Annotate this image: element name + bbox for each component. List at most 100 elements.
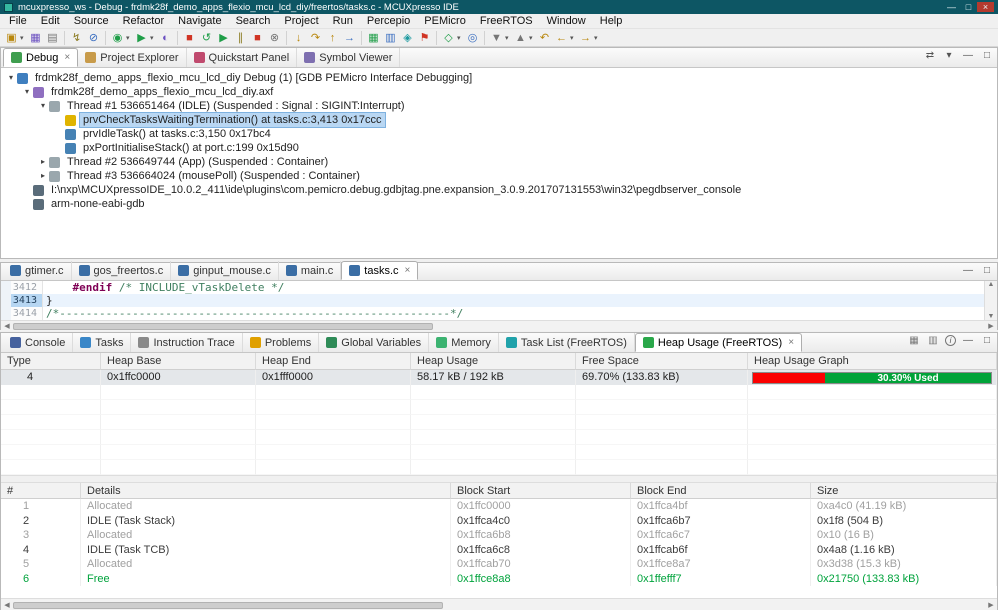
block-table-row[interactable]: 6 Free 0x1ffce8a8 0x1ffefff7 0x21750 (13… [1, 571, 997, 586]
tab-instruction-trace[interactable]: Instruction Trace [131, 333, 243, 352]
column-header-heap-end[interactable]: Heap End [256, 353, 411, 370]
info-icon[interactable]: i [945, 335, 956, 346]
block-table-row[interactable]: 4 IDLE (Task TCB) 0x1ffca6c8 0x1ffcab6f … [1, 542, 997, 557]
forward-icon[interactable]: → [577, 30, 594, 46]
memory-icon[interactable]: ▦ [365, 30, 382, 46]
expander-icon[interactable]: ▾ [37, 99, 49, 113]
menu-freertos[interactable]: FreeRTOS [473, 14, 540, 29]
new-wizard-icon[interactable]: ▣ [3, 30, 20, 46]
tree-item-stack-frame-3[interactable]: pxPortInitialiseStack() at port.c:199 0x… [1, 141, 997, 155]
link-with-editor-icon[interactable]: ⇄ [923, 50, 937, 61]
expander-icon[interactable]: ▸ [37, 169, 49, 183]
expander-icon[interactable]: ▾ [21, 85, 33, 99]
column-header-heap-usage-graph[interactable]: Heap Usage Graph [748, 353, 997, 370]
tree-item-gdbserver-console[interactable]: I:\nxp\MCUXpressoIDE_10.0.2_411\ide\plug… [1, 183, 997, 197]
run-dropdown-icon[interactable]: ▾ [150, 34, 157, 42]
next-annotation-icon[interactable]: ▼ [488, 30, 505, 46]
peripherals-icon[interactable]: ◈ [399, 30, 416, 46]
block-table-row[interactable]: 2 IDLE (Task Stack) 0x1ffca4c0 0x1ffca6b… [1, 513, 997, 528]
scroll-left-icon[interactable]: ◀ [1, 322, 13, 330]
next-annotation-dropdown-icon[interactable]: ▾ [505, 34, 512, 42]
editor-horizontal-scrollbar[interactable]: ◀ ▶ [1, 320, 997, 331]
column-header-heap-base[interactable]: Heap Base [101, 353, 256, 370]
menu-help[interactable]: Help [593, 14, 630, 29]
menu-file[interactable]: File [2, 14, 34, 29]
print-icon[interactable]: ▤ [44, 30, 61, 46]
resume-icon[interactable]: ▶ [215, 30, 232, 46]
tab-task-list-freertos[interactable]: Task List (FreeRTOS) [499, 333, 635, 352]
profile-icon[interactable]: ◐ [157, 30, 174, 46]
layout-vertical-icon[interactable]: ▥ [926, 335, 940, 346]
suspend-icon[interactable]: ∥ [232, 30, 249, 46]
column-header-block-end[interactable]: Block End [631, 483, 811, 499]
scrollbar-thumb[interactable] [13, 322, 433, 330]
instruction-stepping-icon[interactable]: → [341, 30, 358, 46]
column-header-number[interactable]: # [1, 483, 81, 499]
scroll-right-icon[interactable]: ▶ [985, 322, 997, 330]
menu-pemicro[interactable]: PEMicro [417, 14, 473, 29]
step-into-icon[interactable]: ↓ [290, 30, 307, 46]
tab-symbol-viewer[interactable]: Symbol Viewer [297, 48, 401, 67]
run-icon[interactable]: ▶ [133, 30, 150, 46]
tab-tasks[interactable]: Tasks [73, 333, 132, 352]
last-edit-location-icon[interactable]: ↶ [536, 30, 553, 46]
editor-vertical-scrollbar[interactable]: ▲ ▼ [984, 281, 997, 320]
minimize-view-icon[interactable]: — [961, 265, 975, 276]
debug-dropdown-icon[interactable]: ▾ [126, 34, 133, 42]
view-menu-icon[interactable]: ▾ [942, 50, 956, 61]
tree-item-thread-2[interactable]: ▸ Thread #2 536649744 (App) (Suspended :… [1, 155, 997, 169]
previous-annotation-icon[interactable]: ▲ [512, 30, 529, 46]
block-table-row[interactable]: 3 Allocated 0x1ffca6b8 0x1ffca6c7 0x10 (… [1, 528, 997, 543]
column-header-type[interactable]: Type [1, 353, 101, 370]
scroll-left-icon[interactable]: ◀ [1, 601, 13, 609]
menu-search[interactable]: Search [229, 14, 278, 29]
menu-window[interactable]: Window [540, 14, 593, 29]
back-dropdown-icon[interactable]: ▾ [570, 34, 577, 42]
step-return-icon[interactable]: ↑ [324, 30, 341, 46]
external-tools-icon[interactable]: ◇ [440, 30, 457, 46]
expander-icon[interactable]: ▸ [37, 155, 49, 169]
close-icon[interactable]: × [405, 265, 411, 276]
column-header-size[interactable]: Size [811, 483, 997, 499]
layout-horizontal-icon[interactable]: ▦ [907, 335, 921, 346]
scroll-right-icon[interactable]: ▶ [985, 601, 997, 609]
column-header-heap-usage[interactable]: Heap Usage [411, 353, 576, 370]
minimize-view-icon[interactable]: — [961, 50, 975, 61]
menu-refactor[interactable]: Refactor [116, 14, 172, 29]
tree-item-thread-3[interactable]: ▸ Thread #3 536664024 (mousePoll) (Suspe… [1, 169, 997, 183]
search-icon[interactable]: ◎ [464, 30, 481, 46]
window-close-button[interactable]: × [977, 2, 994, 12]
tab-gtimer-c[interactable]: gtimer.c [3, 261, 72, 280]
tab-debug[interactable]: Debug × [3, 48, 79, 67]
column-header-block-start[interactable]: Block Start [451, 483, 631, 499]
tree-item-launch-config[interactable]: ▾ frdmk28f_demo_apps_flexio_mcu_lcd_diy … [1, 71, 997, 85]
tree-item-thread-1[interactable]: ▾ Thread #1 536651464 (IDLE) (Suspended … [1, 99, 997, 113]
previous-annotation-dropdown-icon[interactable]: ▾ [529, 34, 536, 42]
step-over-icon[interactable]: ↷ [307, 30, 324, 46]
save-icon[interactable]: ▦ [27, 30, 44, 46]
menu-edit[interactable]: Edit [34, 14, 67, 29]
scroll-down-icon[interactable]: ▼ [988, 313, 995, 320]
stop-icon[interactable]: ■ [249, 30, 266, 46]
registers-icon[interactable]: ▥ [382, 30, 399, 46]
debug-icon[interactable]: ◉ [109, 30, 126, 46]
close-icon[interactable]: × [788, 337, 794, 348]
maximize-view-icon[interactable]: □ [980, 50, 994, 61]
tab-quickstart-panel[interactable]: Quickstart Panel [187, 48, 298, 67]
tab-project-explorer[interactable]: Project Explorer [78, 48, 187, 67]
code-editor[interactable]: 3412 #endif /* INCLUDE_vTaskDelete */ 34… [1, 281, 997, 320]
maximize-view-icon[interactable]: □ [980, 265, 994, 276]
external-tools-dropdown-icon[interactable]: ▾ [457, 34, 464, 42]
terminate-icon[interactable]: ■ [181, 30, 198, 46]
menu-project[interactable]: Project [277, 14, 325, 29]
tab-ginput-mouse-c[interactable]: ginput_mouse.c [171, 261, 279, 280]
forward-dropdown-icon[interactable]: ▾ [594, 34, 601, 42]
bottom-horizontal-scrollbar[interactable]: ◀ ▶ [1, 598, 997, 610]
window-maximize-button[interactable]: □ [960, 2, 977, 12]
new-wizard-dropdown-icon[interactable]: ▾ [20, 34, 27, 42]
tree-item-axf[interactable]: ▾ frdmk28f_demo_apps_flexio_mcu_lcd_diy.… [1, 85, 997, 99]
tab-console[interactable]: Console [3, 333, 74, 352]
skip-breakpoints-icon[interactable]: ⊘ [85, 30, 102, 46]
heap-table-scroll-strip[interactable] [1, 475, 997, 483]
tab-main-c[interactable]: main.c [279, 261, 342, 280]
